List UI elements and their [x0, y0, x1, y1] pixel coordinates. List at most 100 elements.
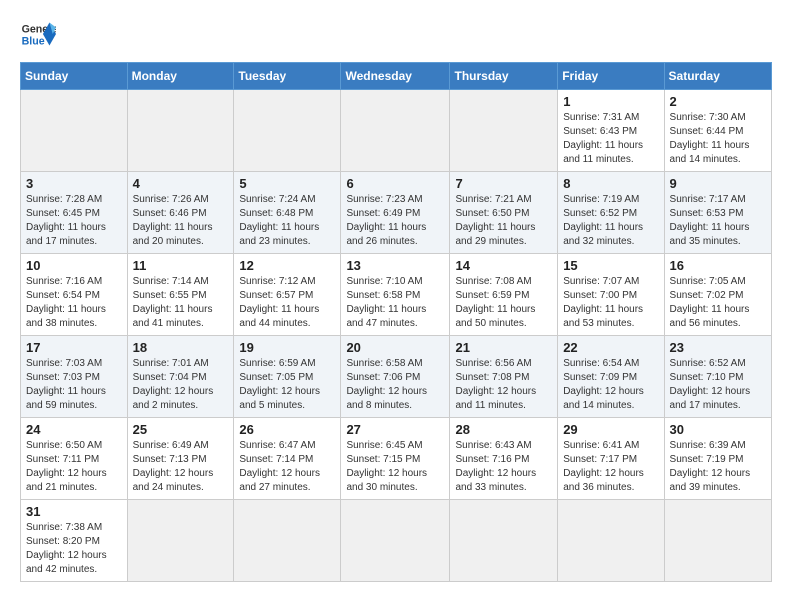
day-info: Sunrise: 7:24 AM Sunset: 6:48 PM Dayligh…	[239, 193, 335, 249]
calendar-week-3: 10Sunrise: 7:16 AM Sunset: 6:54 PM Dayli…	[21, 254, 772, 336]
day-number: 19	[239, 340, 335, 355]
calendar-cell: 10Sunrise: 7:16 AM Sunset: 6:54 PM Dayli…	[21, 254, 128, 336]
day-info: Sunrise: 7:08 AM Sunset: 6:59 PM Dayligh…	[455, 275, 552, 331]
day-info: Sunrise: 7:26 AM Sunset: 6:46 PM Dayligh…	[133, 193, 229, 249]
day-number: 31	[26, 504, 122, 519]
calendar-cell	[450, 500, 558, 582]
day-info: Sunrise: 7:23 AM Sunset: 6:49 PM Dayligh…	[346, 193, 444, 249]
calendar-week-2: 3 Sunrise: 7:28 AM Sunset: 6:45 PM Daylig…	[21, 172, 772, 254]
weekday-header-saturday: Saturday	[664, 63, 771, 90]
calendar-cell: 9Sunrise: 7:17 AM Sunset: 6:53 PM Daylig…	[664, 172, 771, 254]
day-info: Sunrise: 7:05 AM Sunset: 7:02 PM Dayligh…	[670, 275, 766, 331]
day-number: 8	[563, 176, 658, 191]
day-number: 24	[26, 422, 122, 437]
calendar-table: SundayMondayTuesdayWednesdayThursdayFrid…	[20, 62, 772, 582]
calendar-cell: 28Sunrise: 6:43 AM Sunset: 7:16 PM Dayli…	[450, 418, 558, 500]
calendar-cell: 4 Sunrise: 7:26 AM Sunset: 6:46 PM Daylig…	[127, 172, 234, 254]
calendar-cell: 8 Sunrise: 7:19 AM Sunset: 6:52 PM Daylig…	[558, 172, 664, 254]
calendar-cell: 13Sunrise: 7:10 AM Sunset: 6:58 PM Dayli…	[341, 254, 450, 336]
day-info: Sunrise: 6:45 AM Sunset: 7:15 PM Dayligh…	[346, 439, 444, 495]
day-number: 3	[26, 176, 122, 191]
calendar-cell: 3 Sunrise: 7:28 AM Sunset: 6:45 PM Daylig…	[21, 172, 128, 254]
weekday-header-friday: Friday	[558, 63, 664, 90]
day-number: 25	[133, 422, 229, 437]
calendar-cell	[450, 90, 558, 172]
day-number: 6	[346, 176, 444, 191]
calendar-week-4: 17 Sunrise: 7:03 AM Sunset: 7:03 PM Dayli…	[21, 336, 772, 418]
calendar-cell: 19 Sunrise: 6:59 AM Sunset: 7:05 PM Dayli…	[234, 336, 341, 418]
day-info: Sunrise: 7:01 AM Sunset: 7:04 PM Dayligh…	[133, 357, 229, 413]
calendar-cell	[341, 500, 450, 582]
day-number: 28	[455, 422, 552, 437]
day-info: Sunrise: 6:59 AM Sunset: 7:05 PM Dayligh…	[239, 357, 335, 413]
day-info: Sunrise: 6:49 AM Sunset: 7:13 PM Dayligh…	[133, 439, 229, 495]
day-number: 12	[239, 258, 335, 273]
day-info: Sunrise: 7:14 AM Sunset: 6:55 PM Dayligh…	[133, 275, 229, 331]
calendar-week-5: 24 Sunrise: 6:50 AM Sunset: 7:11 PM Dayli…	[21, 418, 772, 500]
calendar-cell: 18 Sunrise: 7:01 AM Sunset: 7:04 PM Dayli…	[127, 336, 234, 418]
day-number: 17	[26, 340, 122, 355]
day-number: 23	[670, 340, 766, 355]
calendar-cell: 14 Sunrise: 7:08 AM Sunset: 6:59 PM Dayli…	[450, 254, 558, 336]
calendar-cell: 11 Sunrise: 7:14 AM Sunset: 6:55 PM Dayli…	[127, 254, 234, 336]
calendar-cell: 24 Sunrise: 6:50 AM Sunset: 7:11 PM Dayli…	[21, 418, 128, 500]
weekday-header-row: SundayMondayTuesdayWednesdayThursdayFrid…	[21, 63, 772, 90]
day-info: Sunrise: 7:07 AM Sunset: 7:00 PM Dayligh…	[563, 275, 658, 331]
day-number: 4	[133, 176, 229, 191]
day-number: 14	[455, 258, 552, 273]
calendar-cell	[341, 90, 450, 172]
day-number: 22	[563, 340, 658, 355]
calendar-cell: 22 Sunrise: 6:54 AM Sunset: 7:09 PM Dayli…	[558, 336, 664, 418]
day-number: 20	[346, 340, 444, 355]
day-number: 26	[239, 422, 335, 437]
calendar-cell: 17 Sunrise: 7:03 AM Sunset: 7:03 PM Dayli…	[21, 336, 128, 418]
day-info: Sunrise: 7:21 AM Sunset: 6:50 PM Dayligh…	[455, 193, 552, 249]
calendar-cell: 6 Sunrise: 7:23 AM Sunset: 6:49 PM Daylig…	[341, 172, 450, 254]
calendar-cell	[558, 500, 664, 582]
day-number: 18	[133, 340, 229, 355]
calendar-cell	[664, 500, 771, 582]
calendar-cell: 2 Sunrise: 7:30 AM Sunset: 6:44 PM Daylig…	[664, 90, 771, 172]
day-info: Sunrise: 6:56 AM Sunset: 7:08 PM Dayligh…	[455, 357, 552, 413]
day-number: 27	[346, 422, 444, 437]
day-info: Sunrise: 6:39 AM Sunset: 7:19 PM Dayligh…	[670, 439, 766, 495]
logo: General Blue	[20, 16, 60, 52]
weekday-header-sunday: Sunday	[21, 63, 128, 90]
calendar-cell: 7 Sunrise: 7:21 AM Sunset: 6:50 PM Daylig…	[450, 172, 558, 254]
calendar-cell: 30 Sunrise: 6:39 AM Sunset: 7:19 PM Dayli…	[664, 418, 771, 500]
day-info: Sunrise: 7:19 AM Sunset: 6:52 PM Dayligh…	[563, 193, 658, 249]
day-info: Sunrise: 6:54 AM Sunset: 7:09 PM Dayligh…	[563, 357, 658, 413]
day-info: Sunrise: 7:30 AM Sunset: 6:44 PM Dayligh…	[670, 111, 766, 167]
svg-text:Blue: Blue	[22, 36, 45, 48]
page-header: General Blue	[20, 16, 772, 52]
day-info: Sunrise: 7:31 AM Sunset: 6:43 PM Dayligh…	[563, 111, 658, 167]
day-info: Sunrise: 7:12 AM Sunset: 6:57 PM Dayligh…	[239, 275, 335, 331]
calendar-cell: 15 Sunrise: 7:07 AM Sunset: 7:00 PM Dayli…	[558, 254, 664, 336]
day-number: 11	[133, 258, 229, 273]
calendar-cell	[234, 500, 341, 582]
calendar-cell: 16 Sunrise: 7:05 AM Sunset: 7:02 PM Dayli…	[664, 254, 771, 336]
day-number: 2	[670, 94, 766, 109]
calendar-cell	[234, 90, 341, 172]
day-info: Sunrise: 7:17 AM Sunset: 6:53 PM Dayligh…	[670, 193, 766, 249]
calendar-week-1: 1 Sunrise: 7:31 AM Sunset: 6:43 PM Daylig…	[21, 90, 772, 172]
day-number: 13	[346, 258, 444, 273]
weekday-header-thursday: Thursday	[450, 63, 558, 90]
day-number: 15	[563, 258, 658, 273]
calendar-cell: 21Sunrise: 6:56 AM Sunset: 7:08 PM Dayli…	[450, 336, 558, 418]
day-info: Sunrise: 6:41 AM Sunset: 7:17 PM Dayligh…	[563, 439, 658, 495]
calendar-cell: 12 Sunrise: 7:12 AM Sunset: 6:57 PM Dayli…	[234, 254, 341, 336]
day-number: 30	[670, 422, 766, 437]
calendar-cell: 26Sunrise: 6:47 AM Sunset: 7:14 PM Dayli…	[234, 418, 341, 500]
day-info: Sunrise: 7:28 AM Sunset: 6:45 PM Dayligh…	[26, 193, 122, 249]
day-info: Sunrise: 7:16 AM Sunset: 6:54 PM Dayligh…	[26, 275, 122, 331]
day-number: 29	[563, 422, 658, 437]
weekday-header-tuesday: Tuesday	[234, 63, 341, 90]
day-info: Sunrise: 7:03 AM Sunset: 7:03 PM Dayligh…	[26, 357, 122, 413]
day-number: 7	[455, 176, 552, 191]
day-info: Sunrise: 6:50 AM Sunset: 7:11 PM Dayligh…	[26, 439, 122, 495]
day-number: 1	[563, 94, 658, 109]
calendar-week-6: 31Sunrise: 7:38 AM Sunset: 8:20 PM Dayli…	[21, 500, 772, 582]
day-number: 16	[670, 258, 766, 273]
calendar-cell	[21, 90, 128, 172]
